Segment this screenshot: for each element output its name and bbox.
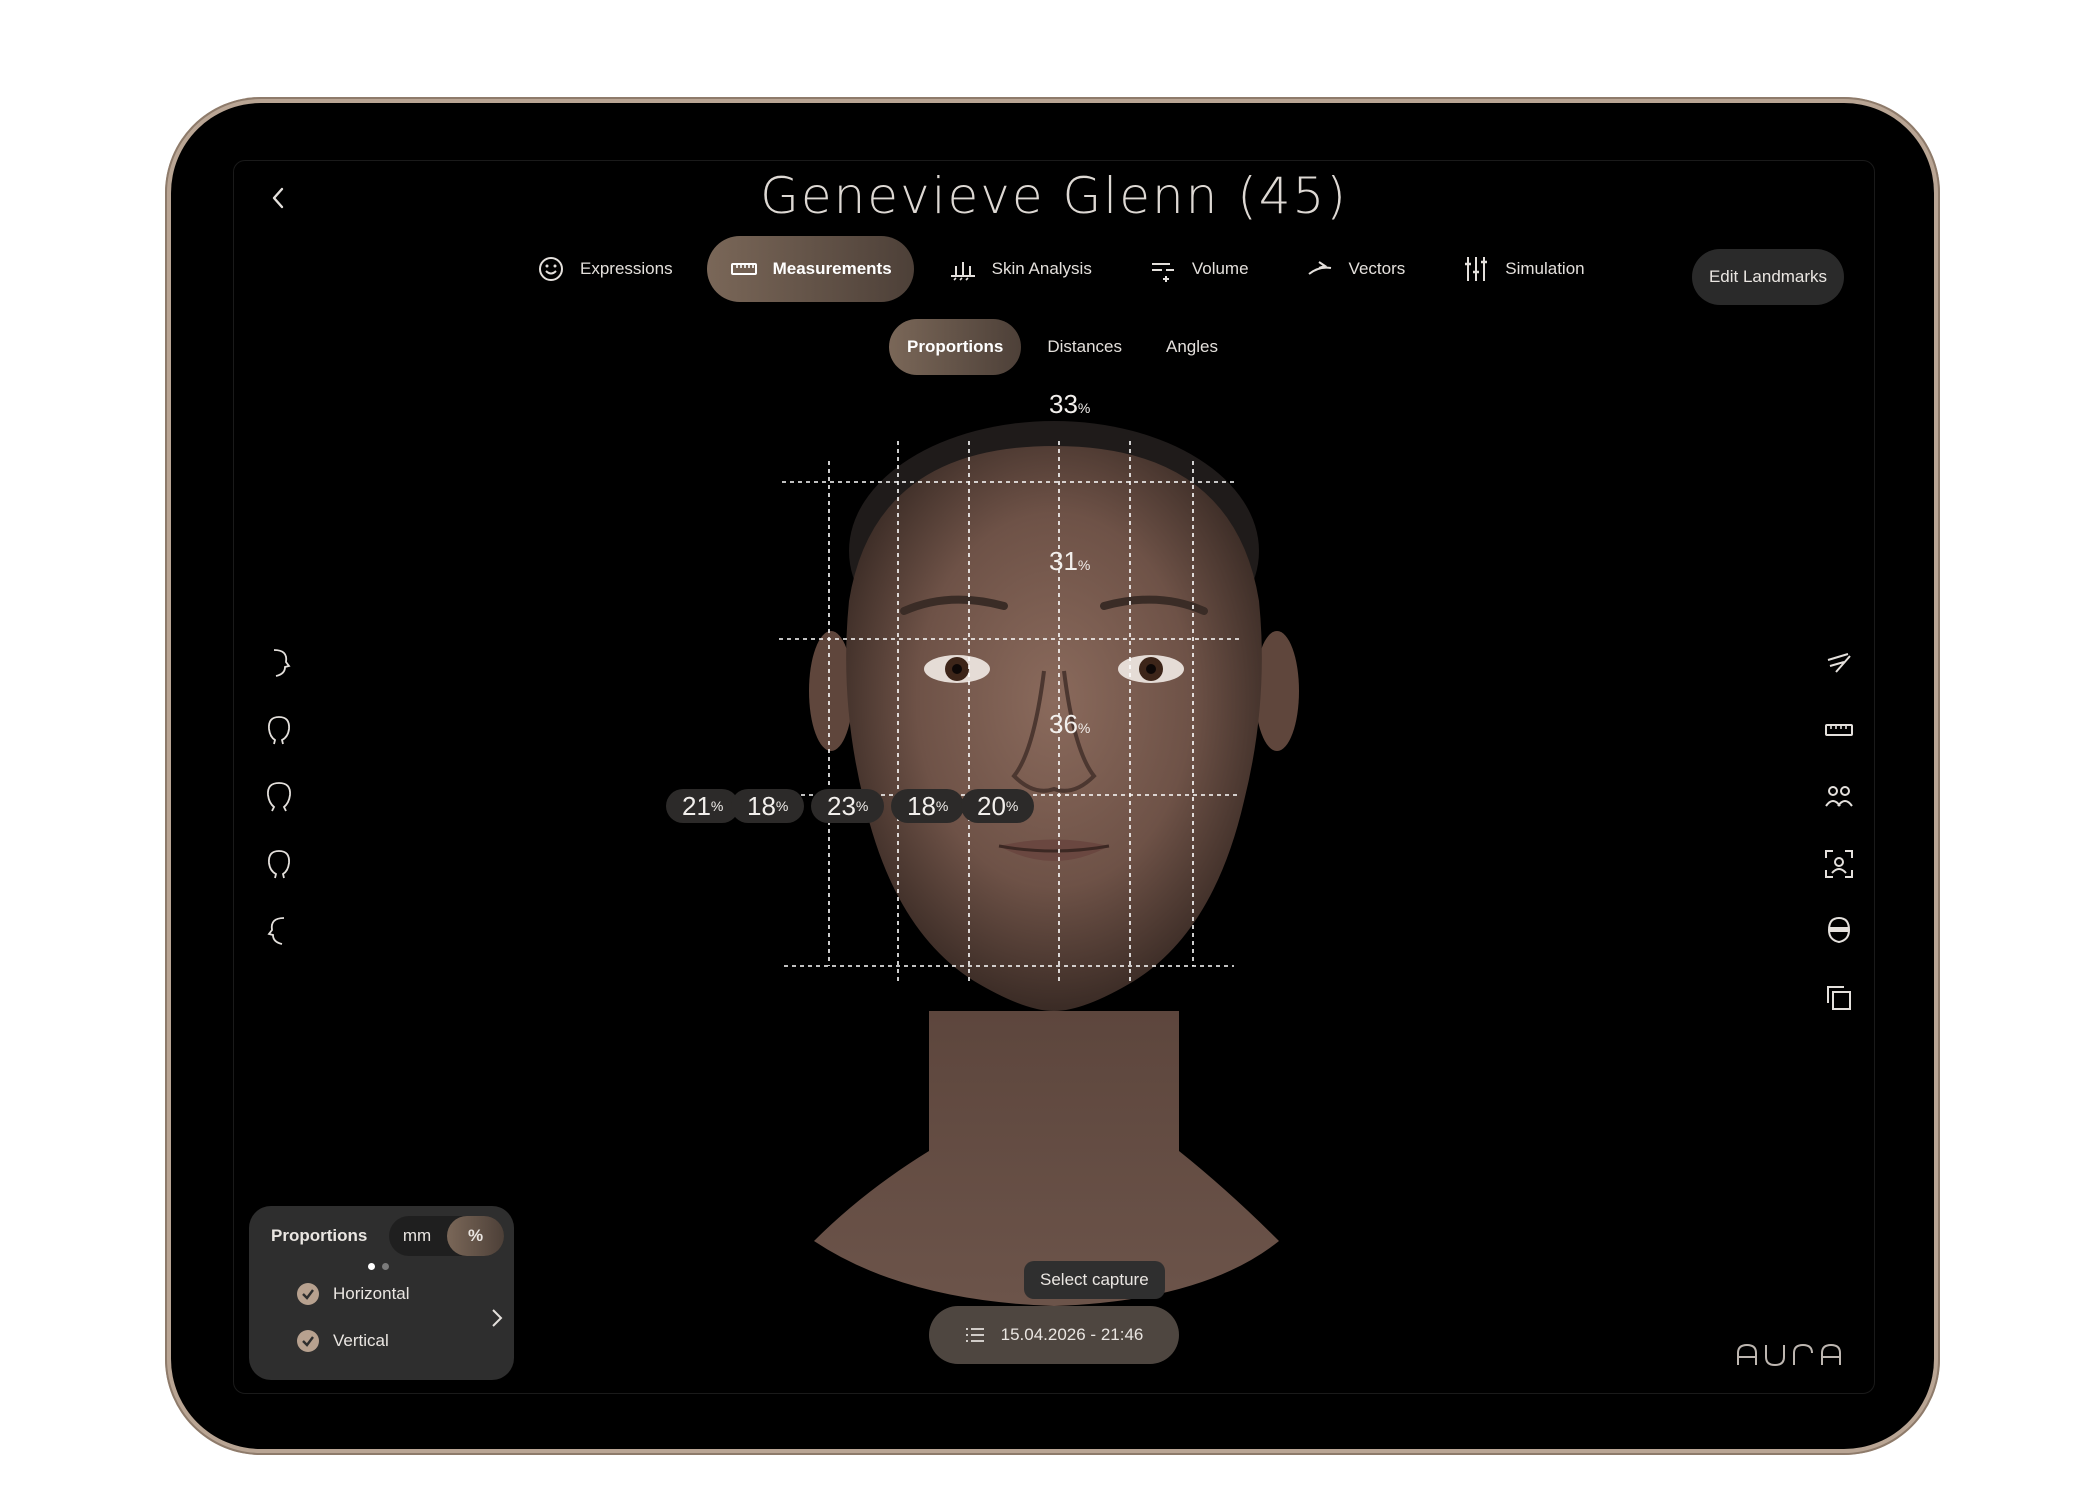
horizontal-pct-5: 20%	[961, 789, 1035, 823]
horizontal-pct-1: 21%	[666, 789, 740, 823]
page-dot-active[interactable]	[368, 1263, 375, 1270]
ruler-icon	[730, 263, 757, 275]
page-dot[interactable]	[382, 1263, 389, 1270]
vertical-pct-upper: 33%	[1049, 389, 1091, 419]
vertical-pct-lower: 36%	[1049, 709, 1091, 739]
unit-toggle: mm %	[389, 1216, 504, 1256]
subtab-proportions[interactable]: Proportions	[889, 319, 1022, 375]
smile-icon	[539, 257, 563, 281]
chevron-right-icon[interactable]	[487, 1306, 507, 1330]
vertical-pct-middle: 31%	[1049, 546, 1091, 576]
checkmark-icon	[297, 1283, 319, 1305]
subtab-distances[interactable]: Distances	[1029, 319, 1140, 375]
ruler-tool-icon[interactable]	[1822, 713, 1856, 747]
patient-title: Genevieve Glenn (45)	[760, 167, 1348, 225]
profile-right-icon[interactable]	[262, 646, 296, 680]
tab-expressions[interactable]: Expressions	[514, 236, 695, 302]
subtab-angles[interactable]: Angles	[1148, 319, 1236, 375]
panel-title: Proportions	[271, 1226, 368, 1245]
tab-expressions-label: Expressions	[580, 259, 673, 278]
face-scan-view[interactable]	[704, 371, 1404, 1381]
front-head-icon[interactable]	[262, 780, 296, 814]
volume-icon	[1151, 263, 1174, 282]
horizontal-pct-3: 23%	[811, 789, 885, 823]
profile-left-icon[interactable]	[262, 914, 296, 948]
option-vertical[interactable]: Vertical	[297, 1330, 389, 1352]
tab-volume[interactable]: Volume	[1126, 236, 1271, 302]
measurement-subtabs: Proportions Distances Angles	[889, 319, 1236, 375]
select-capture-tooltip: Select capture	[1024, 1261, 1165, 1299]
duplicate-icon[interactable]	[1822, 981, 1856, 1015]
capture-selector-button[interactable]: 15.04.2026 - 21:46	[929, 1306, 1179, 1364]
tab-vectors[interactable]: Vectors	[1283, 236, 1428, 302]
tab-simulation-label: Simulation	[1505, 259, 1585, 278]
list-icon	[965, 1328, 984, 1342]
tab-skin-analysis-label: Skin Analysis	[991, 259, 1092, 278]
landmark-pen-icon[interactable]	[1822, 646, 1856, 680]
tab-simulation[interactable]: Simulation	[1439, 236, 1606, 302]
option-horizontal[interactable]: Horizontal	[297, 1283, 410, 1305]
tab-vectors-label: Vectors	[1348, 259, 1406, 278]
proportions-panel: Proportions mm % Horizontal Vertical	[249, 1206, 514, 1380]
aura-logo	[1737, 1343, 1841, 1367]
capture-date: 15.04.2026 - 21:46	[1000, 1325, 1144, 1344]
face-scan-icon[interactable]	[1822, 847, 1856, 881]
tab-measurements[interactable]: Measurements	[706, 236, 914, 302]
tab-skin-analysis[interactable]: Skin Analysis	[926, 236, 1114, 302]
horizontal-pct-4: 18%	[891, 789, 965, 823]
three-quarter-left-icon[interactable]	[262, 847, 296, 881]
sliders-icon	[1465, 257, 1488, 281]
unit-mm-button[interactable]: mm	[389, 1216, 445, 1256]
tab-volume-label: Volume	[1191, 259, 1249, 278]
three-quarter-right-icon[interactable]	[262, 713, 296, 747]
compare-users-icon[interactable]	[1822, 780, 1856, 814]
vectors-icon	[1307, 261, 1331, 275]
tab-measurements-label: Measurements	[772, 259, 892, 278]
option-horizontal-label: Horizontal	[333, 1284, 410, 1303]
skin-icon	[950, 262, 975, 281]
app-screen: Genevieve Glenn (45) Expressions Measure…	[233, 160, 1875, 1394]
option-vertical-label: Vertical	[333, 1331, 389, 1350]
horizontal-pct-2: 18%	[731, 789, 805, 823]
checkmark-icon	[297, 1330, 319, 1352]
head-mask-icon[interactable]	[1822, 914, 1856, 948]
main-nav: Expressions Measurements Skin Analysis V…	[514, 236, 1607, 302]
edit-landmarks-button[interactable]: Edit Landmarks	[1692, 249, 1844, 305]
unit-percent-button[interactable]: %	[447, 1216, 504, 1256]
